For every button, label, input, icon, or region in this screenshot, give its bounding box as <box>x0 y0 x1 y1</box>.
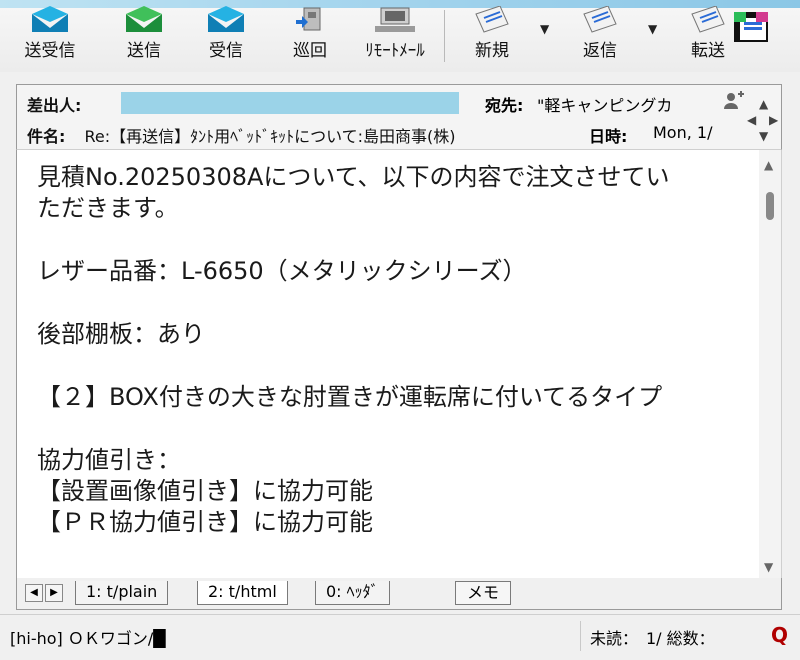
nav-up-icon[interactable]: ▲ <box>759 97 768 111</box>
toolbar: 送受信 送信 受信 巡回 ﾘﾓｰﾄﾒｰﾙ 新規 ▼ 返信 ▼ 転送 <box>0 0 800 72</box>
message-body[interactable]: 見積No.20250308Aについて、以下の内容で注文させてい ただきます。 レ… <box>16 150 782 578</box>
tab-next-button[interactable]: ▶ <box>45 584 63 602</box>
receive-icon <box>202 6 250 36</box>
new-mail-dropdown-icon[interactable]: ▼ <box>540 22 549 36</box>
send-receive-button[interactable]: 送受信 <box>10 0 90 68</box>
send-icon <box>120 6 168 36</box>
header-navigation: ▲ ◀ ▶ ▼ <box>719 91 778 147</box>
scroll-thumb[interactable] <box>766 192 774 220</box>
account-status: [hi-ho] ＯＫワゴン/█ <box>10 629 166 648</box>
vertical-scrollbar[interactable]: ▲ ▼ <box>759 150 781 578</box>
nav-right-icon[interactable]: ▶ <box>769 113 778 127</box>
add-contact-icon[interactable] <box>723 91 745 113</box>
reply-icon <box>576 5 624 36</box>
forward-icon <box>684 5 732 36</box>
patrol-button[interactable]: 巡回 <box>270 0 350 68</box>
remote-mail-button[interactable]: ﾘﾓｰﾄﾒｰﾙ <box>350 0 440 68</box>
part-tabs: ◀ ▶ 1: t/plain 2: t/html 0: ﾍｯﾀﾞ メモ <box>16 578 782 610</box>
nav-left-icon[interactable]: ◀ <box>747 113 756 127</box>
to-value[interactable]: "軽キャンピングカ <box>537 92 672 116</box>
to-label: 宛先: <box>485 96 524 115</box>
reply-button[interactable]: 返信 <box>560 0 640 68</box>
window-thumbnail-icon[interactable] <box>734 12 768 42</box>
receive-button[interactable]: 受信 <box>186 0 266 68</box>
send-button[interactable]: 送信 <box>104 0 184 68</box>
nav-down-icon[interactable]: ▼ <box>759 129 768 143</box>
sender-field[interactable] <box>121 92 459 114</box>
memo-button[interactable]: メモ <box>455 581 511 605</box>
remote-mail-icon <box>371 6 419 36</box>
message-counts: 未読： 1/ 総数： <box>590 629 715 648</box>
new-mail-button[interactable]: 新規 <box>452 0 532 68</box>
scroll-down-icon[interactable]: ▼ <box>764 560 773 574</box>
reply-dropdown-icon[interactable]: ▼ <box>648 22 657 36</box>
subject-row: 件名: Re:【再送信】ﾀﾝﾄ用ﾍﾞｯﾄﾞｷｯﾄについて:島田商事(株) <box>27 127 456 146</box>
tab-header[interactable]: 0: ﾍｯﾀﾞ <box>315 581 390 605</box>
q-indicator[interactable]: Q <box>771 623 788 647</box>
date-value: Mon, 1/ <box>653 123 713 142</box>
toolbar-separator <box>444 10 445 62</box>
patrol-icon <box>286 6 334 36</box>
scroll-up-icon[interactable]: ▲ <box>764 158 773 172</box>
status-bar: [hi-ho] ＯＫワゴン/█ 未読： 1/ 総数： Q <box>0 614 800 660</box>
message-header: 差出人: 宛先: "軽キャンピングカ 件名: Re:【再送信】ﾀﾝﾄ用ﾍﾞｯﾄﾞ… <box>16 84 782 150</box>
mail-client-window: 送受信 送信 受信 巡回 ﾘﾓｰﾄﾒｰﾙ 新規 ▼ 返信 ▼ 転送 差出人: 宛… <box>0 0 800 660</box>
new-mail-icon <box>468 5 516 36</box>
send-receive-icon <box>26 6 74 36</box>
tab-prev-button[interactable]: ◀ <box>25 584 43 602</box>
tab-text-plain[interactable]: 1: t/plain <box>75 581 169 605</box>
from-row: 差出人: <box>27 96 82 115</box>
tab-text-html[interactable]: 2: t/html <box>197 581 288 605</box>
message-text: 見積No.20250308Aについて、以下の内容で注文させてい ただきます。 レ… <box>37 163 670 536</box>
status-separator <box>580 621 581 651</box>
date-label: 日時: <box>589 127 628 146</box>
